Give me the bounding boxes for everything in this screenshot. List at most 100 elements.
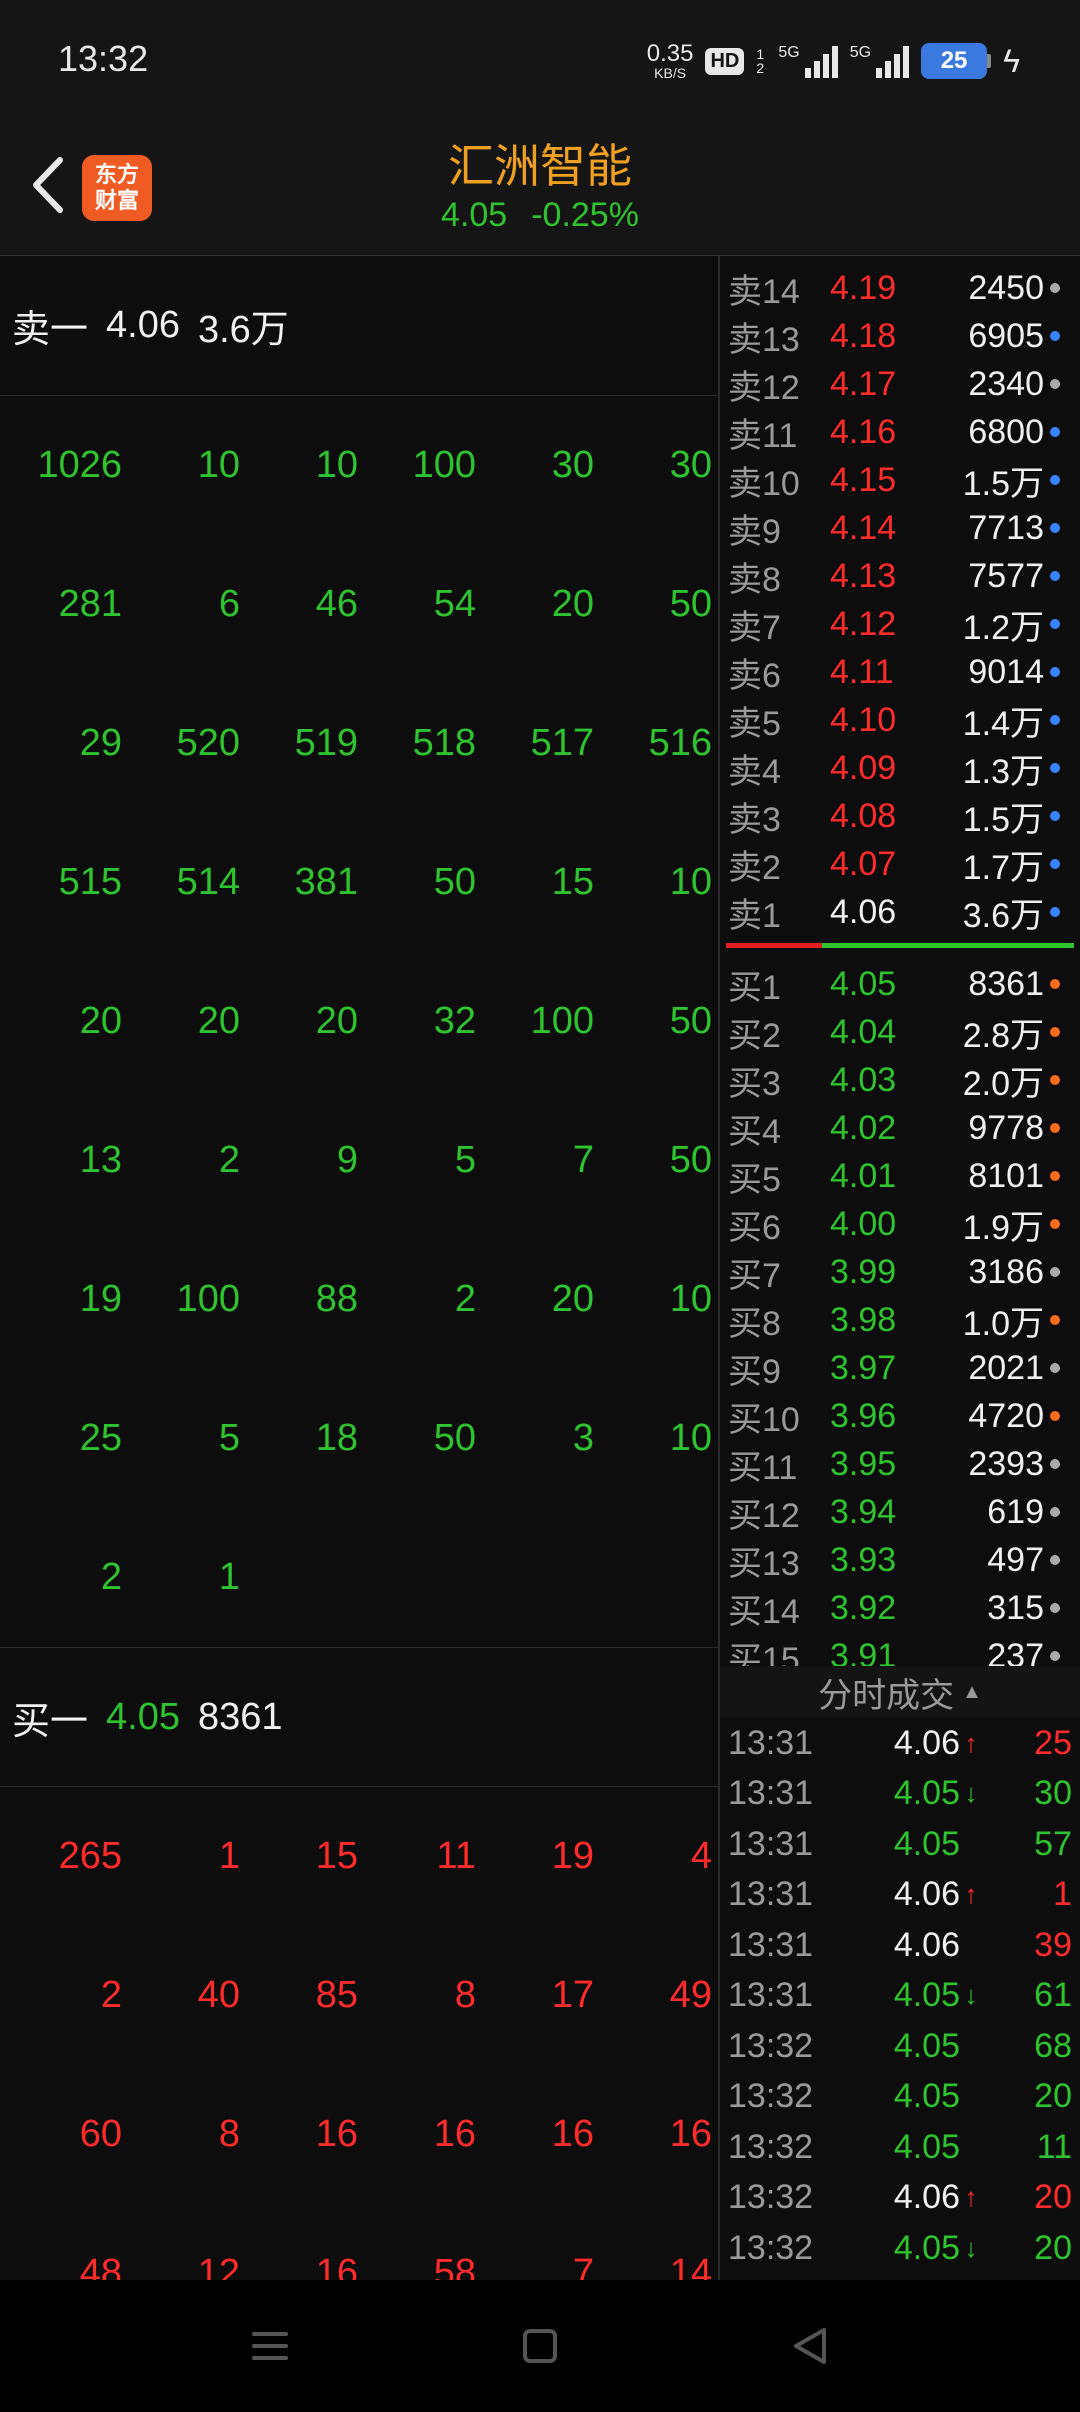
status-bar: 13:32 0.35 KB/S HD 1 2 5G 5G 25 ϟ [0, 0, 1080, 120]
tick-time: 13:31 [728, 1925, 814, 1964]
tick-price: 4.05 [893, 1824, 960, 1863]
ask-row[interactable]: 卖8 4.13 7577 [720, 552, 1080, 600]
dot-indicator-icon [1050, 475, 1060, 485]
queue-row: 60 8 16 16 16 16 [0, 2065, 718, 2204]
queue-order-size: 19 [551, 1835, 594, 1877]
tick-row: 13:31 4.06 ↑ 25 [720, 1718, 1080, 1769]
queue-order-size: 7 [572, 2252, 594, 2280]
bid-row[interactable]: 买5 4.01 8101 [720, 1152, 1080, 1200]
bid-row[interactable]: 买1 4.05 8361 [720, 960, 1080, 1008]
tick-price: 4.05 [893, 2127, 960, 2166]
bid-row[interactable]: 买12 3.94 619 [720, 1488, 1080, 1536]
menu-icon[interactable] [240, 2316, 300, 2376]
level-price: 4.09 [830, 748, 897, 787]
order-book[interactable]: 卖14 4.19 2450 卖13 4.18 6905 卖12 4.17 2340 卖11 4.16… [720, 256, 1080, 1666]
tick-volume: 25 [1034, 1723, 1072, 1762]
queue-row: 20 20 20 32 100 50 [0, 952, 718, 1091]
queue-order-size: 60 [79, 2113, 122, 2155]
ask-row[interactable]: 卖14 4.19 2450 [720, 264, 1080, 312]
queue-order-size: 1 [218, 1556, 240, 1598]
queue-order-size: 5 [218, 1417, 240, 1459]
queue-order-size: 15 [315, 1835, 358, 1877]
bid-row[interactable]: 买6 4.00 1.9万 [720, 1200, 1080, 1248]
queue-order-size: 6 [218, 583, 240, 625]
dot-indicator-icon [1050, 1363, 1060, 1373]
ask-row[interactable]: 卖9 4.14 7713 [720, 504, 1080, 552]
level-volume: 2340 [968, 364, 1044, 403]
stock-quote: 4.05 -0.25% [0, 196, 1080, 235]
bid-row[interactable]: 买9 3.97 2021 [720, 1344, 1080, 1392]
dot-indicator-icon [1050, 811, 1060, 821]
queue-order-size: 8 [218, 2113, 240, 2155]
bid-row[interactable]: 买11 3.95 2393 [720, 1440, 1080, 1488]
level-label: 卖13 [728, 320, 800, 359]
bid-row[interactable]: 买14 3.92 315 [720, 1584, 1080, 1632]
level-label: 买2 [728, 1016, 781, 1055]
tick-trades-title: 分时成交 [818, 1676, 955, 1715]
signal-label-2: 5G [849, 44, 872, 61]
signal-label-1: 5G [778, 44, 800, 61]
level-label: 买8 [728, 1304, 781, 1343]
queue-row: 265 1 15 11 19 4 [0, 1787, 718, 1926]
tick-volume: 1 [1053, 1875, 1072, 1914]
ask-row[interactable]: 卖2 4.07 1.7万 [720, 840, 1080, 888]
queue-order-size: 20 [551, 583, 594, 625]
bid-row[interactable]: 买4 4.02 9778 [720, 1104, 1080, 1152]
level-volume: 6905 [968, 316, 1044, 355]
bid-row[interactable]: 买8 3.98 1.0万 [720, 1296, 1080, 1344]
ask-row[interactable]: 卖3 4.08 1.5万 [720, 792, 1080, 840]
ask-row[interactable]: 卖6 4.11 9014 [720, 648, 1080, 696]
tick-trades-tab[interactable]: 分时成交 ▲ [720, 1666, 1080, 1718]
queue-order-size: 100 [176, 1278, 240, 1320]
ask-row[interactable]: 卖11 4.16 6800 [720, 408, 1080, 456]
ask-row[interactable]: 卖10 4.15 1.5万 [720, 456, 1080, 504]
level-label: 买11 [728, 1448, 798, 1487]
queue-order-size: 50 [669, 583, 712, 625]
queue-order-size: 100 [530, 1000, 594, 1042]
arrow-up-icon: ↑ [964, 1727, 978, 1758]
tick-price: 4.06 [893, 1875, 960, 1914]
ask-row[interactable]: 卖13 4.18 6905 [720, 312, 1080, 360]
level-label: 买12 [728, 1496, 800, 1535]
bid-row[interactable]: 买3 4.03 2.0万 [720, 1056, 1080, 1104]
sell-queue-volume: 3.6万 [197, 309, 289, 351]
ask-row[interactable]: 卖1 4.06 3.6万 [720, 888, 1080, 936]
status-icons: 0.35 KB/S HD 1 2 5G 5G 25 ϟ [647, 36, 1020, 86]
level-price: 4.17 [830, 364, 897, 403]
level-label: 卖2 [728, 848, 781, 887]
sell-queue-header[interactable]: 卖一 4.06 3.6万 [0, 256, 718, 396]
ask-row[interactable]: 卖5 4.10 1.4万 [720, 696, 1080, 744]
level-volume: 1.5万 [962, 464, 1044, 503]
level-volume: 3.6万 [962, 896, 1044, 935]
queue-order-size: 12 [197, 2252, 240, 2280]
level-volume: 1.4万 [962, 704, 1044, 743]
dot-indicator-icon [1050, 1651, 1060, 1661]
tick-row: 13:31 4.05 57 [720, 1819, 1080, 1870]
queue-order-size: 88 [315, 1278, 358, 1320]
tick-row: 13:31 4.05 ↓ 61 [720, 1971, 1080, 2022]
hd-sub-label: 1 2 [756, 46, 765, 76]
queue-order-size: 50 [433, 1417, 476, 1459]
home-icon[interactable] [510, 2316, 570, 2376]
level-label: 卖5 [728, 704, 781, 743]
nav-back-icon[interactable] [780, 2316, 840, 2376]
signal-icon-1: 5G [778, 44, 838, 78]
bid-row[interactable]: 买13 3.93 497 [720, 1536, 1080, 1584]
buy-queue-header[interactable]: 买一 4.05 8361 [0, 1647, 718, 1787]
level-volume: 8101 [968, 1156, 1044, 1195]
tick-volume: 57 [1034, 1824, 1072, 1863]
queue-row: 13 2 9 5 7 50 [0, 1091, 718, 1230]
system-nav-bar [0, 2280, 1080, 2412]
dot-indicator-icon [1050, 1267, 1060, 1277]
level-price: 4.01 [830, 1156, 897, 1195]
ask-row[interactable]: 卖12 4.17 2340 [720, 360, 1080, 408]
tick-price: 4.06 [893, 2178, 960, 2217]
ask-row[interactable]: 卖4 4.09 1.3万 [720, 744, 1080, 792]
queue-order-size: 19 [79, 1278, 122, 1320]
bid-row[interactable]: 买7 3.99 3186 [720, 1248, 1080, 1296]
bid-row[interactable]: 买15 3.91 237 [720, 1632, 1080, 1666]
bid-row[interactable]: 买2 4.04 2.8万 [720, 1008, 1080, 1056]
tick-time: 13:32 [728, 2178, 814, 2217]
ask-row[interactable]: 卖7 4.12 1.2万 [720, 600, 1080, 648]
bid-row[interactable]: 买10 3.96 4720 [720, 1392, 1080, 1440]
